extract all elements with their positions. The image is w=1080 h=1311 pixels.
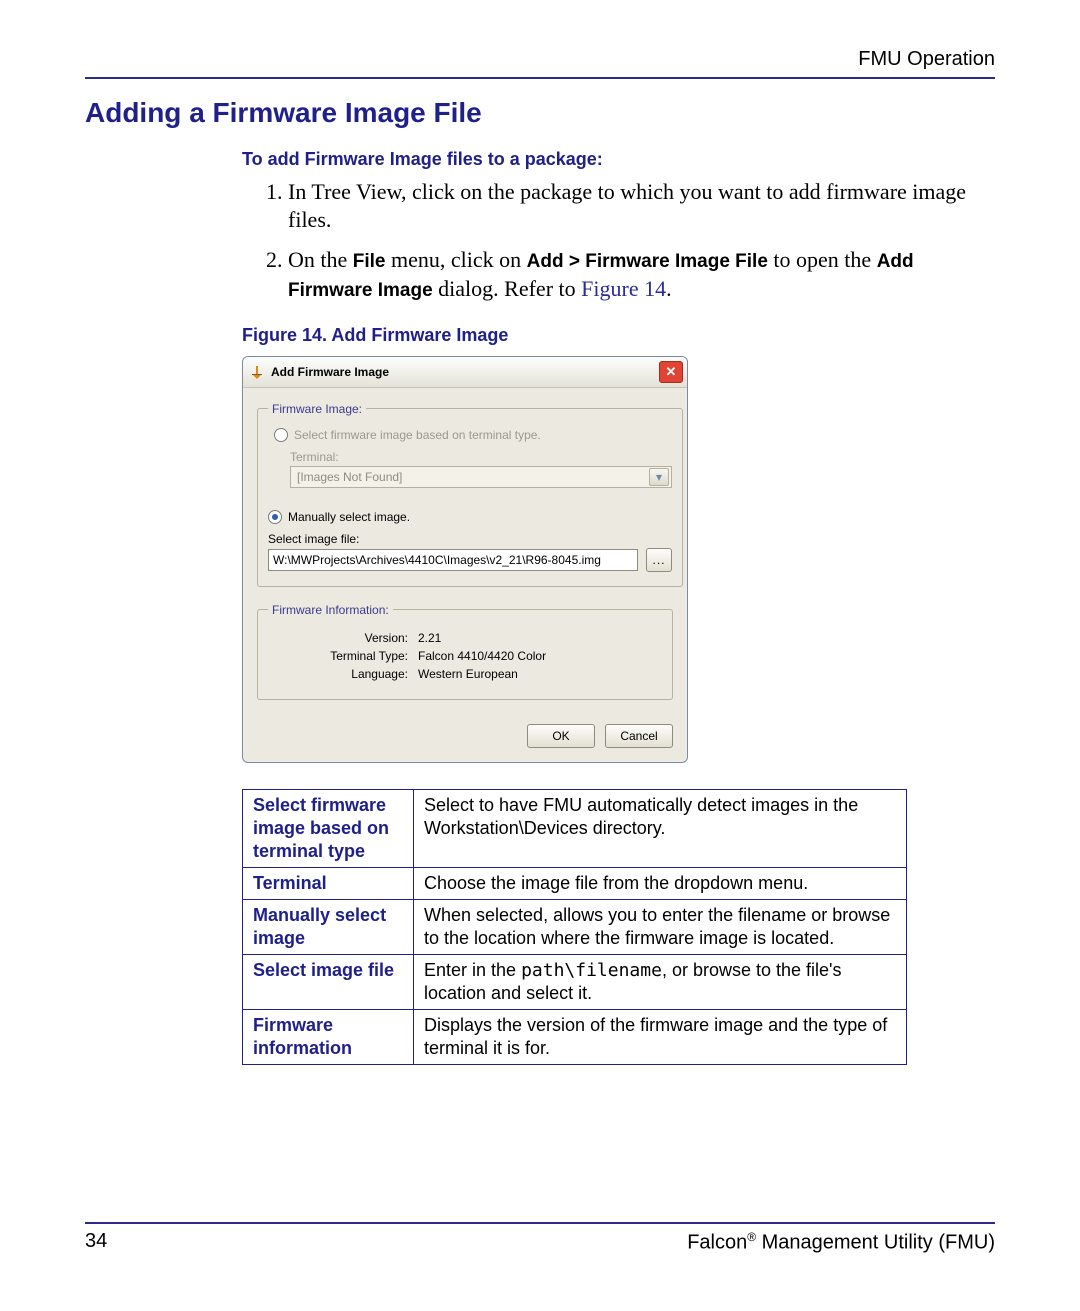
cancel-button[interactable]: Cancel bbox=[605, 724, 673, 748]
combo-value: [Images Not Found] bbox=[297, 470, 402, 484]
text: Management Utility (FMU) bbox=[756, 1232, 995, 1254]
chevron-down-icon[interactable]: ▾ bbox=[649, 468, 669, 486]
ok-button[interactable]: OK bbox=[527, 724, 595, 748]
table-row: Terminal Choose the image file from the … bbox=[243, 868, 907, 900]
group-legend: Firmware Image: bbox=[268, 402, 366, 416]
table-val: Choose the image file from the dropdown … bbox=[414, 868, 907, 900]
close-button[interactable]: ✕ bbox=[659, 361, 683, 383]
radio-label: Manually select image. bbox=[288, 510, 410, 524]
terminal-type-label: Terminal Type: bbox=[268, 649, 408, 663]
step-list: In Tree View, click on the package to wh… bbox=[242, 178, 987, 303]
terminal-type-value: Falcon 4410/4420 Color bbox=[418, 649, 662, 663]
language-value: Western European bbox=[418, 667, 662, 681]
add-firmware-image-dialog: Add Firmware Image ✕ Firmware Image: Sel… bbox=[242, 356, 688, 763]
product-name: Falcon® Management Utility (FMU) bbox=[687, 1230, 995, 1255]
step-1: In Tree View, click on the package to wh… bbox=[288, 178, 987, 234]
registered-mark: ® bbox=[747, 1230, 756, 1244]
version-value: 2.21 bbox=[418, 631, 662, 645]
code-text: path\filename bbox=[521, 960, 662, 981]
table-val: Select to have FMU automatically detect … bbox=[414, 789, 907, 867]
group-legend: Firmware Information: bbox=[268, 603, 393, 617]
radio-icon bbox=[274, 428, 288, 442]
procedure-heading: To add Firmware Image files to a package… bbox=[242, 149, 995, 170]
firmware-info-group: Firmware Information: Version: 2.21 Term… bbox=[257, 603, 673, 700]
radio-auto-select[interactable]: Select firmware image based on terminal … bbox=[274, 428, 672, 442]
terminal-combobox[interactable]: [Images Not Found] ▾ bbox=[290, 466, 672, 488]
radio-manual-select[interactable]: Manually select image. bbox=[268, 510, 672, 524]
text: Enter in the bbox=[424, 960, 521, 980]
select-file-label: Select image file: bbox=[268, 532, 672, 546]
text: dialog. Refer to bbox=[433, 276, 581, 301]
image-path-input[interactable] bbox=[268, 549, 638, 571]
footer-rule bbox=[85, 1222, 995, 1224]
browse-button[interactable]: ... bbox=[646, 548, 672, 572]
figure-xref[interactable]: Figure 14 bbox=[581, 276, 666, 301]
table-key: Manually select image bbox=[243, 900, 414, 955]
field-description-table: Select firmware image based on terminal … bbox=[242, 789, 907, 1065]
language-label: Language: bbox=[268, 667, 408, 681]
ui-term: Add > Firmware Image File bbox=[527, 251, 768, 272]
table-row: Select firmware image based on terminal … bbox=[243, 789, 907, 867]
table-key: Select image file bbox=[243, 955, 414, 1010]
close-icon: ✕ bbox=[666, 365, 677, 378]
page-number: 34 bbox=[85, 1230, 107, 1255]
table-val: When selected, allows you to enter the f… bbox=[414, 900, 907, 955]
text: On the bbox=[288, 247, 353, 272]
figure-caption: Figure 14. Add Firmware Image bbox=[242, 325, 987, 346]
ui-term: File bbox=[353, 251, 386, 272]
dialog-icon bbox=[249, 364, 265, 380]
table-row: Select image file Enter in the path\file… bbox=[243, 955, 907, 1010]
dialog-title: Add Firmware Image bbox=[271, 365, 389, 379]
text: Falcon bbox=[687, 1232, 747, 1254]
firmware-image-group: Firmware Image: Select firmware image ba… bbox=[257, 402, 683, 587]
radio-icon bbox=[268, 510, 282, 524]
table-key: Firmware information bbox=[243, 1010, 414, 1065]
table-row: Firmware information Displays the versio… bbox=[243, 1010, 907, 1065]
text: . bbox=[666, 276, 672, 301]
running-header: FMU Operation bbox=[85, 48, 995, 77]
table-key: Select firmware image based on terminal … bbox=[243, 789, 414, 867]
terminal-label: Terminal: bbox=[290, 450, 672, 464]
page-footer: 34 Falcon® Management Utility (FMU) bbox=[85, 1222, 995, 1255]
table-val: Enter in the path\filename, or browse to… bbox=[414, 955, 907, 1010]
table-key: Terminal bbox=[243, 868, 414, 900]
text: menu, click on bbox=[386, 247, 527, 272]
dialog-titlebar[interactable]: Add Firmware Image ✕ bbox=[243, 357, 687, 388]
table-val: Displays the version of the firmware ima… bbox=[414, 1010, 907, 1065]
radio-label: Select firmware image based on terminal … bbox=[294, 428, 541, 442]
table-row: Manually select image When selected, all… bbox=[243, 900, 907, 955]
header-rule bbox=[85, 77, 995, 79]
step-2: On the File menu, click on Add > Firmwar… bbox=[288, 246, 987, 303]
section-title: Adding a Firmware Image File bbox=[85, 97, 995, 129]
version-label: Version: bbox=[268, 631, 408, 645]
text: to open the bbox=[768, 247, 877, 272]
